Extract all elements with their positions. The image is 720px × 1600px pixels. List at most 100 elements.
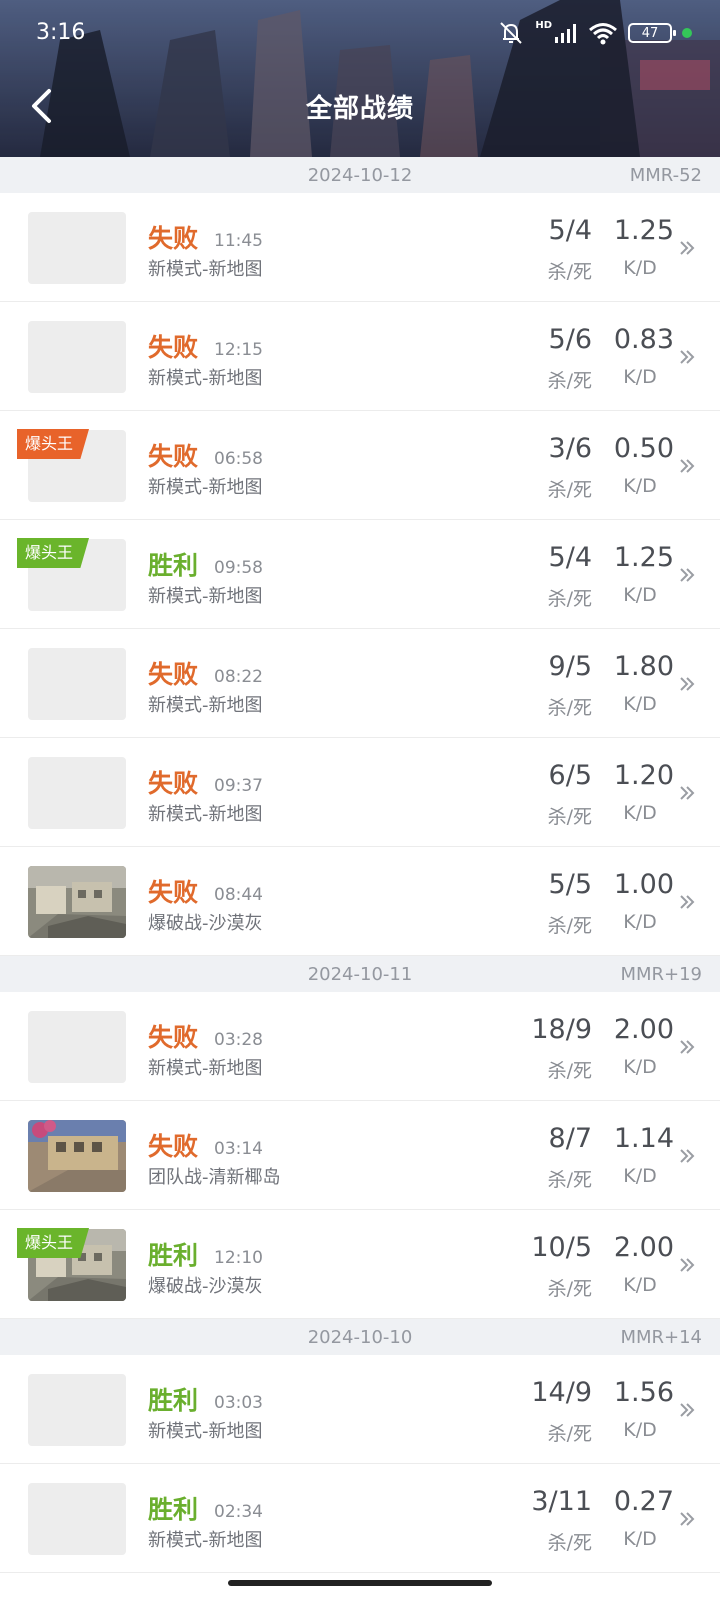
match-row[interactable]: 爆头王 胜利 09:58 新模式-新地图 5/4 1.25 杀/死 K/D bbox=[0, 520, 720, 629]
double-chevron-right-icon bbox=[680, 1040, 695, 1054]
kd-label: K/D bbox=[623, 366, 657, 388]
status-icons: HD 47 bbox=[497, 20, 692, 46]
mmr-change: MMR+14 bbox=[620, 1326, 702, 1348]
match-result: 失败 bbox=[148, 224, 199, 253]
match-row[interactable]: 失败 08:44 爆破战-沙漠灰 5/5 1.00 杀/死 K/D bbox=[0, 847, 720, 956]
match-time: 09:37 bbox=[214, 776, 263, 796]
match-mode: 新模式-新地图 bbox=[148, 259, 263, 280]
kills-deaths-value: 5/6 bbox=[548, 324, 592, 355]
map-thumbnail bbox=[28, 1011, 126, 1083]
privacy-dot-icon bbox=[682, 28, 692, 38]
match-mode: 爆破战-沙漠灰 bbox=[148, 1276, 263, 1297]
match-time: 12:10 bbox=[214, 1248, 263, 1268]
date-header: 2024-10-11 MMR+19 bbox=[0, 956, 720, 992]
map-thumbnail bbox=[28, 757, 126, 829]
kills-deaths-label: 杀/死 bbox=[547, 1532, 592, 1554]
kd-label: K/D bbox=[623, 802, 657, 824]
kd-label: K/D bbox=[623, 1165, 657, 1187]
kd-ratio-value: 1.56 bbox=[613, 1377, 674, 1408]
status-time: 3:16 bbox=[36, 20, 86, 45]
match-time: 09:58 bbox=[214, 558, 263, 578]
match-row[interactable]: 爆头王 胜利 12:10 爆破战-沙漠灰 10/5 2.00 杀/死 K/D bbox=[0, 1210, 720, 1319]
match-time: 08:22 bbox=[214, 667, 263, 687]
kills-deaths-label: 杀/死 bbox=[547, 915, 592, 937]
kills-deaths-value: 3/6 bbox=[548, 433, 592, 464]
kd-ratio-value: 1.14 bbox=[613, 1123, 674, 1154]
map-thumbnail bbox=[28, 648, 126, 720]
double-chevron-right-icon bbox=[680, 241, 695, 255]
match-result: 失败 bbox=[148, 1023, 199, 1052]
battery-icon: 47 bbox=[628, 23, 676, 43]
kills-deaths-value: 10/5 bbox=[531, 1232, 592, 1263]
match-time: 12:15 bbox=[214, 340, 263, 360]
date-label: 2024-10-11 bbox=[307, 963, 413, 985]
match-row[interactable]: 失败 03:14 团队战-清新椰岛 8/7 1.14 杀/死 K/D bbox=[0, 1101, 720, 1210]
match-time: 02:34 bbox=[214, 1502, 263, 1522]
kills-deaths-label: 杀/死 bbox=[547, 1169, 592, 1191]
kills-deaths-label: 杀/死 bbox=[547, 479, 592, 501]
map-island-thumbnail bbox=[28, 1120, 126, 1192]
map-thumbnail bbox=[28, 1374, 126, 1446]
kd-ratio-value: 1.80 bbox=[613, 651, 674, 682]
match-history-list[interactable]: 2024-10-12 MMR-52 失败 11:45 新模式-新地图 5/4 1.25 杀/死… bbox=[0, 157, 720, 1573]
status-bar: 3:16 HD 47 bbox=[0, 0, 720, 66]
kd-label: K/D bbox=[623, 257, 657, 279]
match-mode: 新模式-新地图 bbox=[148, 804, 263, 825]
date-header: 2024-10-10 MMR+14 bbox=[0, 1319, 720, 1355]
kd-ratio-value: 2.00 bbox=[613, 1232, 674, 1263]
date-label: 2024-10-10 bbox=[307, 1326, 413, 1348]
kd-label: K/D bbox=[623, 475, 657, 497]
date-header: 2024-10-12 MMR-52 bbox=[0, 157, 720, 193]
kills-deaths-value: 5/4 bbox=[548, 542, 592, 573]
match-mode: 团队战-清新椰岛 bbox=[148, 1167, 281, 1188]
kills-deaths-value: 5/4 bbox=[548, 215, 592, 246]
map-thumbnail bbox=[28, 866, 126, 938]
kd-label: K/D bbox=[623, 1528, 657, 1550]
kills-deaths-label: 杀/死 bbox=[547, 1278, 592, 1300]
headshot-king-badge: 爆头王 bbox=[17, 429, 90, 459]
wifi-icon bbox=[589, 23, 617, 45]
match-result: 失败 bbox=[148, 769, 199, 798]
kills-deaths-value: 18/9 bbox=[531, 1014, 592, 1045]
kills-deaths-value: 3/11 bbox=[531, 1486, 592, 1517]
match-mode: 新模式-新地图 bbox=[148, 1058, 263, 1079]
kills-deaths-label: 杀/死 bbox=[547, 1060, 592, 1082]
match-row[interactable]: 失败 12:15 新模式-新地图 5/6 0.83 杀/死 K/D bbox=[0, 302, 720, 411]
kd-ratio-value: 2.00 bbox=[613, 1014, 674, 1045]
map-desert-thumbnail bbox=[28, 866, 126, 938]
kills-deaths-label: 杀/死 bbox=[547, 697, 592, 719]
kills-deaths-value: 9/5 bbox=[548, 651, 592, 682]
match-row[interactable]: 爆头王 失败 06:58 新模式-新地图 3/6 0.50 杀/死 K/D bbox=[0, 411, 720, 520]
match-row[interactable]: 失败 11:45 新模式-新地图 5/4 1.25 杀/死 K/D bbox=[0, 193, 720, 302]
mmr-change: MMR-52 bbox=[629, 164, 702, 186]
page-title: 全部战绩 bbox=[305, 94, 414, 124]
kd-label: K/D bbox=[623, 693, 657, 715]
kills-deaths-value: 8/7 bbox=[548, 1123, 592, 1154]
match-result: 失败 bbox=[148, 333, 199, 362]
match-row[interactable]: 失败 03:28 新模式-新地图 18/9 2.00 杀/死 K/D bbox=[0, 992, 720, 1101]
match-row[interactable]: 失败 09:37 新模式-新地图 6/5 1.20 杀/死 K/D bbox=[0, 738, 720, 847]
kd-ratio-value: 1.20 bbox=[613, 760, 674, 791]
map-thumbnail bbox=[28, 1120, 126, 1192]
mute-icon bbox=[500, 22, 523, 44]
match-mode: 新模式-新地图 bbox=[148, 368, 263, 389]
map-thumbnail bbox=[28, 321, 126, 393]
signal-icon bbox=[555, 24, 576, 43]
kd-label: K/D bbox=[623, 911, 657, 933]
match-row[interactable]: 胜利 03:03 新模式-新地图 14/9 1.56 杀/死 K/D bbox=[0, 1355, 720, 1464]
double-chevron-right-icon bbox=[680, 786, 695, 800]
kills-deaths-label: 杀/死 bbox=[547, 261, 592, 283]
match-row[interactable]: 胜利 02:34 新模式-新地图 3/11 0.27 杀/死 K/D bbox=[0, 1464, 720, 1573]
home-indicator[interactable] bbox=[228, 1580, 492, 1586]
map-thumbnail bbox=[28, 212, 126, 284]
match-mode: 爆破战-沙漠灰 bbox=[148, 913, 263, 934]
match-result: 失败 bbox=[148, 660, 199, 689]
kd-ratio-value: 0.50 bbox=[613, 433, 674, 464]
kd-label: K/D bbox=[623, 584, 657, 606]
kd-label: K/D bbox=[623, 1056, 657, 1078]
match-mode: 新模式-新地图 bbox=[148, 586, 263, 607]
match-time: 11:45 bbox=[214, 231, 263, 251]
match-row[interactable]: 失败 08:22 新模式-新地图 9/5 1.80 杀/死 K/D bbox=[0, 629, 720, 738]
double-chevron-right-icon bbox=[680, 459, 695, 473]
match-result: 胜利 bbox=[148, 551, 199, 580]
